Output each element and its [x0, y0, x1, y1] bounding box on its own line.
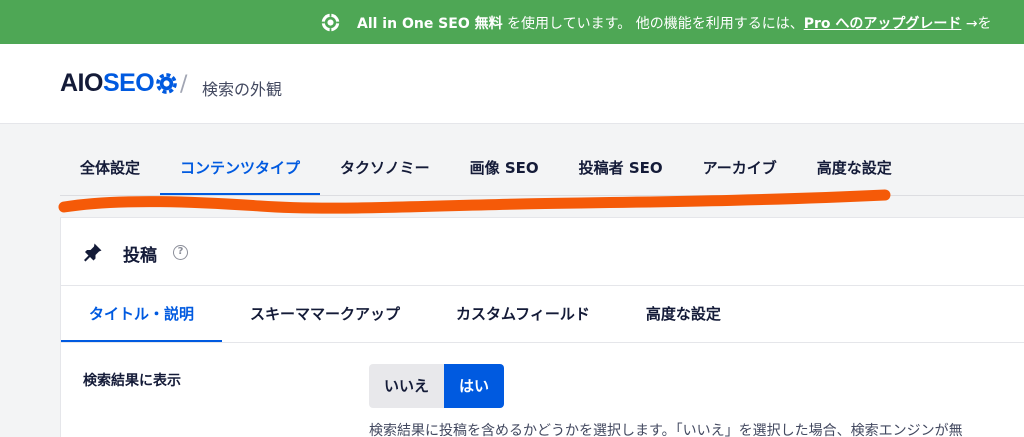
page-title: 検索の外観	[202, 80, 283, 99]
option-yes-button[interactable]: はい	[444, 364, 505, 408]
promo-bar: All in One SEO 無料 を使用しています。 他の機能を利用するには、…	[0, 0, 1024, 44]
tab-custom-fields[interactable]: カスタムフィールド	[428, 287, 618, 343]
sub-tabs: タイトル・説明 スキーママークアップ カスタムフィールド 高度な設定	[61, 287, 749, 343]
post-settings-card: 投稿 ? タイトル・説明 スキーママークアップ カスタムフィールド 高度な設定 …	[60, 217, 1024, 437]
tab-card-advanced[interactable]: 高度な設定	[618, 287, 749, 343]
annotation-underline	[58, 189, 891, 214]
show-in-search-toggle: いいえ はい	[369, 364, 505, 408]
pin-icon	[84, 243, 102, 262]
promo-brand: All in One SEO 無料	[357, 16, 503, 32]
help-icon[interactable]: ?	[173, 245, 188, 260]
option-no-button[interactable]: いいえ	[369, 364, 445, 408]
breadcrumb-separator: /	[180, 72, 188, 97]
promo-message: All in One SEO 無料 を使用しています。 他の機能を利用するには、…	[357, 13, 992, 33]
logo-seo: SEO	[102, 69, 155, 97]
gear-shield-icon	[321, 13, 340, 32]
logo-aio: AIO	[60, 69, 103, 97]
sub-tabs-divider	[61, 342, 1024, 343]
promo-arrow: →を	[961, 16, 992, 32]
tab-title-description[interactable]: タイトル・説明	[61, 287, 223, 343]
card-title: 投稿	[123, 246, 157, 266]
card-header: 投稿 ?	[61, 218, 1024, 286]
gear-icon	[156, 73, 178, 94]
show-in-search-label: 検索結果に表示	[83, 373, 181, 389]
header: AIO SEO / 検索の外観	[0, 44, 1024, 124]
tab-schema-markup[interactable]: スキーママークアップ	[222, 287, 428, 343]
show-in-search-description: 検索結果に投稿を含めるかどうかを選択します。「いいえ」を選択した場合、検索エンジ…	[369, 423, 963, 437]
upgrade-link[interactable]: Pro へのアップグレード	[804, 16, 962, 32]
aioseo-logo[interactable]: AIO SEO	[60, 69, 178, 98]
promo-text: を使用しています。 他の機能を利用するには、	[502, 16, 804, 32]
